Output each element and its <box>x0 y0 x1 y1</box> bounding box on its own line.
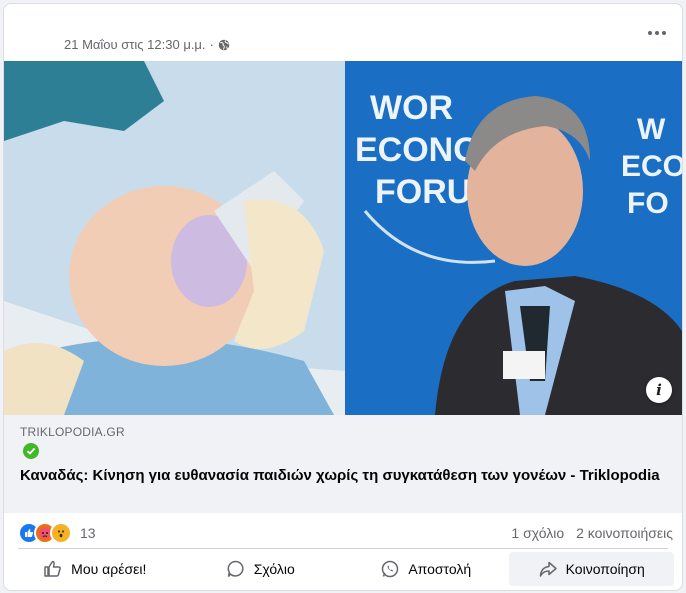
share-label: Κοινοποίηση <box>565 561 645 577</box>
comment-label: Σχόλιο <box>253 561 295 577</box>
link-preview[interactable]: TRIKLOPODIA.GR Καναδάς: Κίνηση για ευθαν… <box>4 415 682 513</box>
svg-text:ECONO: ECONO <box>355 131 480 169</box>
svg-text:FO: FO <box>627 187 669 220</box>
link-preview-image[interactable]: WOR ECONO FORU W ECO FO i <box>4 61 682 415</box>
thumbs-up-icon <box>44 560 62 577</box>
reactions-summary[interactable]: 13 <box>18 522 96 544</box>
svg-text:ECO: ECO <box>621 150 682 183</box>
meta-separator: · <box>209 37 214 52</box>
reaction-count[interactable]: 13 <box>80 525 96 541</box>
image-right-panel-speaker: WOR ECONO FORU W ECO FO <box>345 61 682 415</box>
send-button[interactable]: Αποστολή <box>343 552 509 586</box>
like-label: Μου αρέσει! <box>71 561 147 577</box>
share-count[interactable]: 2 κοινοποιήσεις <box>576 525 673 541</box>
post-header: 21 Μαΐου στις 12:30 μ.μ. · <box>4 4 682 62</box>
svg-text:FORU: FORU <box>375 173 471 211</box>
wow-icon <box>50 522 72 544</box>
more-options-icon[interactable] <box>646 26 668 40</box>
speaker-world-economic-forum-photo: WOR ECONO FORU W ECO FO <box>345 61 682 415</box>
share-arrow-icon <box>539 561 557 577</box>
post-timestamp[interactable]: 21 Μαΐου στις 12:30 μ.μ. <box>64 37 206 52</box>
baby-oxygen-mask-photo <box>4 61 345 415</box>
globe-icon <box>218 39 230 50</box>
action-divider <box>18 548 668 549</box>
share-button[interactable]: Κοινοποίηση <box>508 552 674 586</box>
svg-text:W: W <box>637 113 666 146</box>
like-button[interactable]: Μου αρέσει! <box>12 552 178 586</box>
link-title[interactable]: Καναδάς: Κίνηση για ευθανασία παιδιών χω… <box>20 466 660 486</box>
whatsapp-icon <box>382 560 399 578</box>
post-card: 21 Μαΐου στις 12:30 μ.μ. · WOR ECONO FOR… <box>3 3 683 591</box>
comment-button[interactable]: Σχόλιο <box>178 552 344 586</box>
engagement-counts: 1 σχόλιο 2 κοινοποιήσεις <box>511 525 673 541</box>
post-meta: 21 Μαΐου στις 12:30 μ.μ. · <box>64 37 230 52</box>
post-actions: Μου αρέσει! Σχόλιο Αποστολή Κοινοποίηση <box>4 552 682 586</box>
svg-text:WOR: WOR <box>370 89 453 127</box>
send-label: Αποστολή <box>408 561 472 577</box>
link-domain: TRIKLOPODIA.GR <box>20 425 125 439</box>
image-left-panel-baby <box>4 61 345 415</box>
comment-count[interactable]: 1 σχόλιο <box>511 525 564 541</box>
image-info-button[interactable]: i <box>646 377 672 403</box>
comment-icon <box>227 560 244 577</box>
post-stats: 13 1 σχόλιο 2 κοινοποιήσεις <box>4 515 682 547</box>
verified-check-icon <box>23 443 39 459</box>
